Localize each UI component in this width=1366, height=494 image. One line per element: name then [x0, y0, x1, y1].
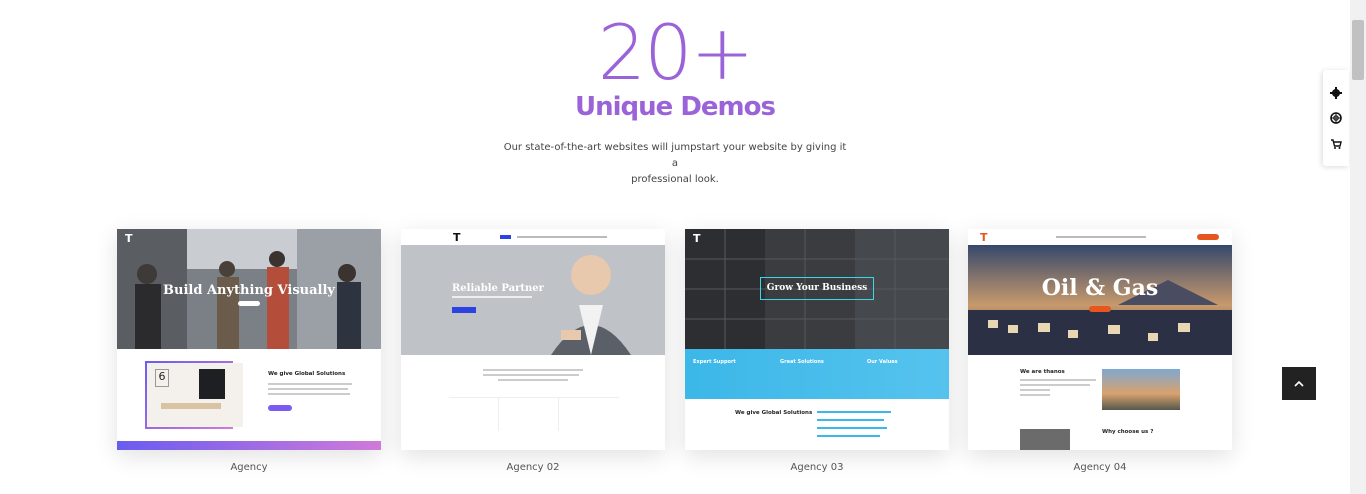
demo-logo: T	[125, 232, 133, 245]
cart-icon[interactable]	[1330, 138, 1342, 150]
demo-refinery-image	[1102, 369, 1180, 410]
page-scrollbar[interactable]	[1350, 0, 1366, 494]
demo-section-button	[268, 405, 292, 411]
demo-card-agency-03[interactable]: T Grow Your Business Expert Support Grea…	[685, 229, 949, 450]
demo-text-lines	[483, 369, 583, 384]
section-title: Unique Demos	[575, 92, 776, 122]
demo-card-agency-02[interactable]: T Reliable Partner	[401, 229, 665, 450]
demo-thumbnail-image	[401, 245, 665, 355]
demo-card-agency[interactable]: T Build Anything Visually 6 We give Glob…	[117, 229, 381, 450]
demo-section-title-2: Why choose us ?	[1102, 429, 1154, 435]
demo-text-lines	[1020, 379, 1096, 399]
demo-hero-title: Grow Your Business	[766, 283, 868, 293]
demo-room-image: 6	[147, 363, 243, 427]
demo-section-title: We give Global Solutions	[268, 371, 346, 377]
demo-progress-bars	[817, 411, 891, 437]
back-to-top-button[interactable]	[1282, 367, 1316, 400]
demo-hero-button	[1089, 306, 1111, 312]
demo-section-title: We give Global Solutions	[735, 410, 813, 416]
demo-hero-title: Reliable Partner	[452, 283, 544, 294]
demo-count: 20+	[597, 8, 754, 97]
demo-hero-button	[238, 301, 260, 306]
demo-bottom-image	[1020, 429, 1070, 450]
demo-logo: T	[453, 231, 461, 244]
demo-logo: T	[693, 232, 701, 245]
demo-hero-title: Build Anything Visually	[163, 283, 335, 298]
demo-caption-agency-04[interactable]: Agency 04	[968, 462, 1232, 473]
chevron-up-icon	[1294, 380, 1304, 387]
demo-logo: T	[980, 231, 988, 244]
demo-hero-button	[452, 307, 476, 313]
scrollbar-thumb[interactable]	[1352, 20, 1364, 80]
demo-footer-gradient	[117, 441, 381, 450]
gear-icon[interactable]	[1330, 87, 1342, 99]
demo-section-title: We are thanos	[1020, 369, 1065, 375]
floating-tool-panel	[1323, 70, 1349, 166]
demo-service-columns	[449, 397, 619, 431]
section-description: Our state-of-the-art websites will jumps…	[503, 142, 847, 185]
demo-text-lines	[268, 383, 352, 398]
demo-card-agency-04[interactable]: T Oil & Gas We are thanos Why choose us …	[968, 229, 1232, 450]
demo-navbar: T	[401, 229, 665, 245]
demo-caption-agency-02[interactable]: Agency 02	[401, 462, 665, 473]
lifebuoy-icon[interactable]	[1330, 112, 1342, 124]
demo-feature-band: Expert Support Great Solutions Our Value…	[685, 349, 949, 399]
demo-navbar: T	[968, 229, 1232, 245]
demo-caption-agency[interactable]: Agency	[117, 462, 381, 473]
demo-caption-agency-03[interactable]: Agency 03	[685, 462, 949, 473]
demo-hero-title: Oil & Gas	[1041, 275, 1159, 301]
